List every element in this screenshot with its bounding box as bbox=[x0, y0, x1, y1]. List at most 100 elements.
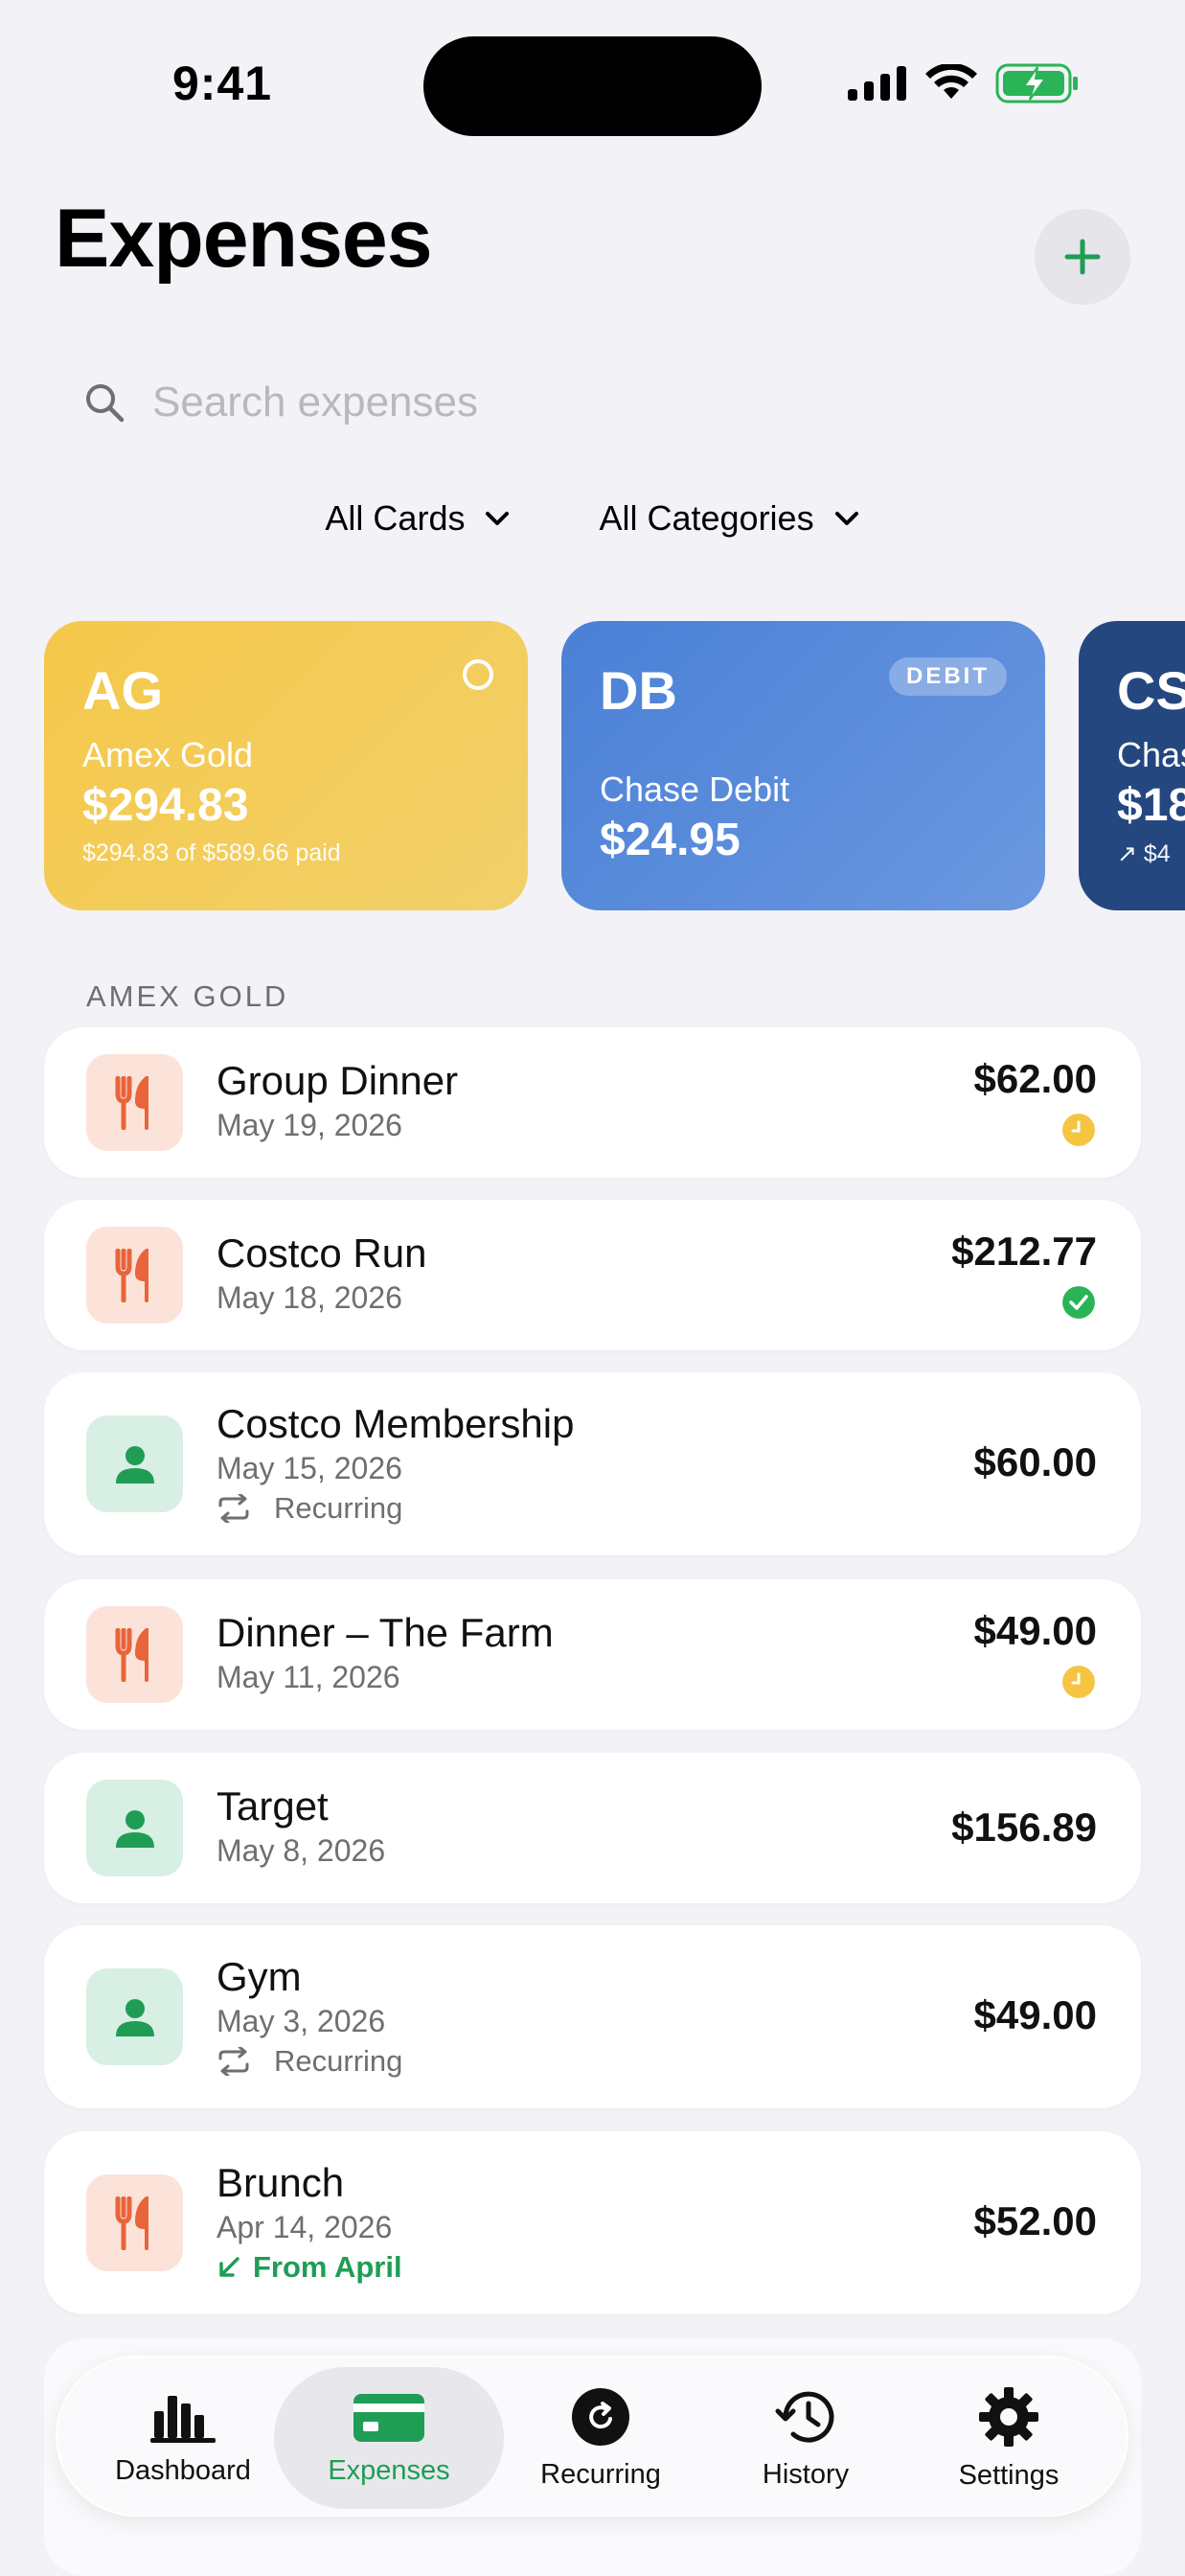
chart-bars-icon bbox=[150, 2395, 216, 2443]
status-bar: 9:41 bbox=[0, 0, 1185, 144]
fork-knife-icon bbox=[115, 1248, 148, 1302]
carryover-note: From April bbox=[216, 2250, 402, 2285]
expense-amount: $52.00 bbox=[973, 2198, 1097, 2243]
category-icon bbox=[86, 1780, 183, 1876]
search-input[interactable] bbox=[152, 379, 1014, 426]
card-abbreviation: AG bbox=[82, 660, 163, 721]
expense-title: Dinner – The Farm bbox=[216, 1610, 554, 1655]
history-icon bbox=[775, 2391, 834, 2443]
page-title: Expenses bbox=[55, 193, 433, 285]
selection-ring-icon bbox=[463, 659, 493, 690]
recurring-label: Recurring bbox=[274, 2044, 403, 2078]
refresh-circle-icon bbox=[572, 2387, 629, 2446]
categories-filter-dropdown[interactable]: All Categories bbox=[599, 498, 859, 539]
category-icon bbox=[86, 1606, 183, 1703]
search-icon bbox=[86, 384, 125, 423]
expense-date: May 15, 2026 bbox=[216, 1451, 402, 1485]
cards-filter-label: All Cards bbox=[325, 498, 466, 538]
tab-recurring[interactable]: Recurring bbox=[498, 2358, 703, 2518]
chevron-down-icon bbox=[486, 512, 510, 525]
expense-date: Apr 14, 2026 bbox=[216, 2210, 393, 2244]
tab-history[interactable]: History bbox=[703, 2358, 908, 2518]
expense-title: Group Dinner bbox=[216, 1058, 459, 1103]
gear-icon bbox=[979, 2386, 1038, 2447]
expense-title: Brunch bbox=[216, 2160, 345, 2205]
tab-dashboard[interactable]: Dashboard bbox=[80, 2358, 285, 2518]
expense-date: May 8, 2026 bbox=[216, 1833, 386, 1868]
expense-amount: $60.00 bbox=[973, 1439, 1097, 1484]
card-amex-gold[interactable]: AG Amex Gold $294.83 $294.83 of $589.66 … bbox=[44, 621, 528, 910]
card-name: Chase Debit bbox=[600, 770, 790, 809]
cards-filter-dropdown[interactable]: All Cards bbox=[325, 498, 511, 539]
expense-date: May 18, 2026 bbox=[216, 1280, 402, 1315]
status-icons bbox=[848, 63, 1080, 104]
expense-date: May 3, 2026 bbox=[216, 2004, 386, 2038]
add-expense-button[interactable] bbox=[1035, 209, 1130, 305]
expense-amount: $212.77 bbox=[951, 1229, 1097, 1274]
expense-amount: $156.89 bbox=[951, 1805, 1097, 1850]
card-balance: $294.83 bbox=[82, 780, 249, 831]
expense-title: Target bbox=[216, 1783, 329, 1828]
expense-title: Gym bbox=[216, 1954, 302, 1999]
repeat-icon bbox=[218, 1494, 249, 1523]
tab-label: Expenses bbox=[328, 2454, 450, 2486]
person-icon bbox=[115, 1809, 154, 1848]
person-icon bbox=[115, 1445, 154, 1484]
categories-filter-label: All Categories bbox=[599, 498, 814, 538]
expense-row[interactable]: Gym May 3, 2026 Recurring $49.00 bbox=[44, 1925, 1141, 2108]
tab-bar: Dashboard Expenses Recurring History Set… bbox=[56, 2356, 1128, 2517]
clock: 9:41 bbox=[172, 57, 273, 110]
wifi-icon bbox=[925, 64, 977, 99]
pending-clock-icon bbox=[1062, 1666, 1095, 1698]
expense-row[interactable]: Target May 8, 2026 $156.89 bbox=[44, 1753, 1141, 1903]
category-icon bbox=[86, 1227, 183, 1323]
tab-expenses[interactable]: Expenses bbox=[274, 2367, 504, 2509]
expense-amount: $49.00 bbox=[973, 1608, 1097, 1653]
tab-label: History bbox=[762, 2458, 850, 2490]
search-bar[interactable] bbox=[55, 364, 1130, 441]
battery-charging-icon bbox=[995, 63, 1078, 104]
expense-amount: $62.00 bbox=[973, 1056, 1097, 1101]
card-chase[interactable]: CS Chas $18 ↗ $4 bbox=[1079, 621, 1185, 910]
expense-row[interactable]: Dinner – The Farm May 11, 2026 $49.00 bbox=[44, 1579, 1141, 1730]
card-trend: ↗ $4 bbox=[1117, 840, 1171, 867]
card-balance: $18 bbox=[1117, 780, 1185, 831]
carryover-label: From April bbox=[253, 2250, 402, 2284]
person-icon bbox=[115, 1998, 154, 2036]
recurring-label: Recurring bbox=[274, 1491, 403, 1525]
expense-row[interactable]: Group Dinner May 19, 2026 $62.00 bbox=[44, 1027, 1141, 1178]
expense-row[interactable]: Costco Run May 18, 2026 $212.77 bbox=[44, 1200, 1141, 1350]
expense-row[interactable]: Brunch Apr 14, 2026 From April $52.00 bbox=[44, 2131, 1141, 2314]
repeat-icon bbox=[218, 2047, 249, 2076]
card-paid-progress: $294.83 of $589.66 paid bbox=[82, 840, 341, 866]
expense-date: May 19, 2026 bbox=[216, 1108, 402, 1142]
card-balance: $24.95 bbox=[600, 815, 741, 865]
expense-date: May 11, 2026 bbox=[216, 1660, 400, 1694]
dynamic-island bbox=[423, 36, 762, 136]
expense-title: Costco Run bbox=[216, 1230, 427, 1276]
recurring-note: Recurring bbox=[216, 2044, 402, 2079]
section-header: AMEX GOLD bbox=[86, 979, 289, 1013]
cards-carousel[interactable]: AG Amex Gold $294.83 $294.83 of $589.66 … bbox=[44, 621, 1185, 910]
chevron-down-icon bbox=[834, 512, 858, 525]
card-name: Chas bbox=[1117, 735, 1185, 774]
credit-card-icon bbox=[353, 2393, 424, 2442]
expense-title: Costco Membership bbox=[216, 1401, 575, 1446]
arrow-down-left-icon bbox=[219, 2257, 239, 2277]
filter-bar: All Cards All Categories bbox=[0, 498, 1185, 539]
card-abbreviation: CS bbox=[1117, 660, 1185, 721]
expense-amount: $49.00 bbox=[973, 1992, 1097, 2037]
debit-badge: DEBIT bbox=[889, 657, 1007, 696]
category-icon bbox=[86, 1415, 183, 1512]
tab-label: Recurring bbox=[540, 2458, 661, 2490]
category-icon bbox=[86, 2174, 183, 2271]
fork-knife-icon bbox=[115, 2196, 148, 2250]
recurring-note: Recurring bbox=[216, 1491, 402, 1526]
expense-row[interactable]: Costco Membership May 15, 2026 Recurring… bbox=[44, 1372, 1141, 1555]
tab-settings[interactable]: Settings bbox=[906, 2358, 1111, 2518]
card-chase-debit[interactable]: DEBIT DB Chase Debit $24.95 bbox=[561, 621, 1045, 910]
category-icon bbox=[86, 1968, 183, 2065]
signal-icon bbox=[848, 66, 906, 101]
tab-label: Dashboard bbox=[115, 2454, 251, 2486]
pending-clock-icon bbox=[1062, 1114, 1095, 1146]
